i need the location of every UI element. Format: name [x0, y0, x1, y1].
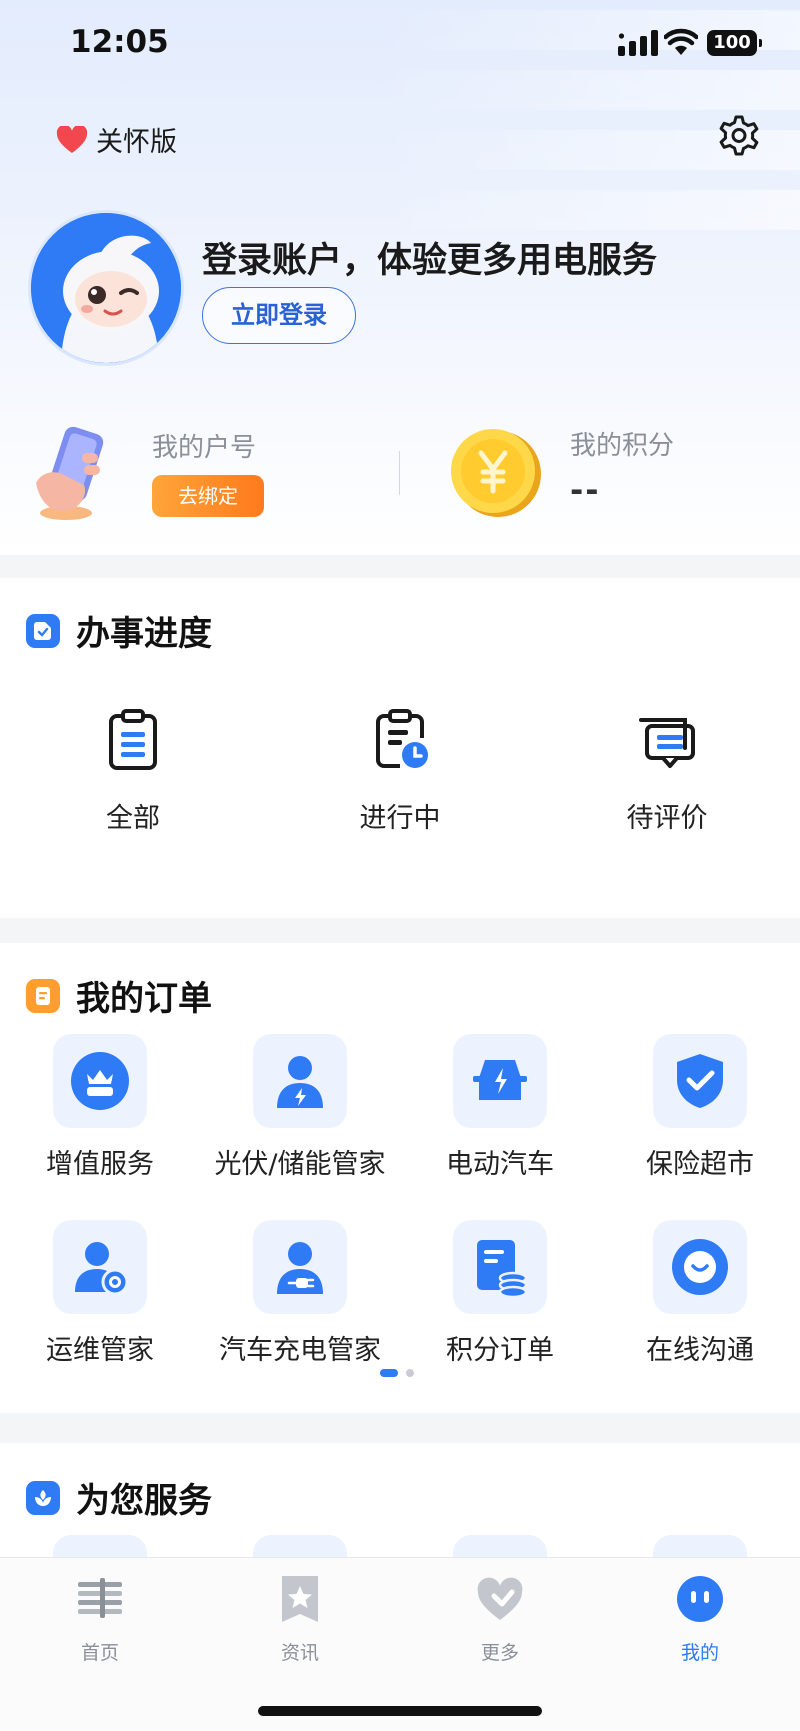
- wifi-icon: [664, 28, 698, 55]
- services-card: 为您服务: [0, 1443, 800, 1565]
- page-dot-active: [380, 1369, 398, 1377]
- cellular-signal-icon: [618, 30, 658, 56]
- order-pv-storage-manager[interactable]: 光伏/储能管家: [200, 1034, 400, 1181]
- order-online-chat[interactable]: 在线沟通: [600, 1220, 800, 1367]
- order-label: 保险超市: [646, 1149, 754, 1180]
- progress-pending-review[interactable]: 待评价: [567, 708, 767, 835]
- progress-card: 办事进度 全部 进行中 待评价: [0, 578, 800, 918]
- divider: [399, 451, 400, 495]
- order-label: 增值服务: [46, 1149, 154, 1180]
- progress-all-label: 全部: [106, 803, 160, 834]
- user-plug-icon: [277, 1242, 323, 1294]
- orders-section-header: 我的订单: [26, 971, 212, 1020]
- heart-icon: [56, 125, 88, 153]
- services-section-header: 为您服务: [26, 1473, 212, 1522]
- orders-section-icon: [26, 978, 60, 1013]
- care-mode-toggle[interactable]: 关怀版: [56, 120, 177, 159]
- account-points-row: 我的户号 去绑定 我的积分 --: [0, 415, 800, 525]
- bind-account-button[interactable]: 去绑定: [152, 475, 264, 517]
- orders-page-indicator[interactable]: [380, 1369, 414, 1377]
- progress-section-header: 办事进度: [26, 606, 212, 655]
- login-button[interactable]: 立即登录: [202, 287, 356, 344]
- order-tile: [253, 1220, 347, 1314]
- order-label: 在线沟通: [646, 1335, 754, 1366]
- home-icon: [78, 1578, 122, 1618]
- clipboard-list-icon: [109, 709, 157, 770]
- message-stack-icon: [639, 718, 695, 768]
- services-section-icon: [26, 1480, 60, 1515]
- order-tile: [653, 1220, 747, 1314]
- shield-check-icon: [677, 1054, 723, 1108]
- phone-hand-icon[interactable]: [26, 423, 122, 523]
- order-tile: [253, 1034, 347, 1128]
- progress-in-progress-label: 进行中: [359, 803, 441, 834]
- crown-basket-icon: [71, 1052, 129, 1110]
- account-number-label: 我的户号: [152, 433, 257, 463]
- order-label: 运维管家: [46, 1335, 154, 1366]
- tab-mine[interactable]: 我的: [600, 1574, 800, 1665]
- services-section-title: 为您服务: [76, 1481, 212, 1521]
- status-time: 12:05: [70, 24, 169, 60]
- tab-news-label: 资讯: [280, 1642, 319, 1664]
- order-label: 汽车充电管家: [219, 1335, 381, 1366]
- care-mode-label: 关怀版: [96, 127, 177, 158]
- user-avatar[interactable]: [28, 210, 184, 366]
- order-tile: [53, 1034, 147, 1128]
- points-label: 我的积分: [570, 431, 675, 461]
- order-om-manager[interactable]: 运维管家: [0, 1220, 200, 1367]
- orders-section-title: 我的订单: [76, 979, 212, 1019]
- order-insurance-market[interactable]: 保险超市: [600, 1034, 800, 1181]
- tab-more-label: 更多: [480, 1642, 519, 1664]
- document-coins-icon: [477, 1240, 528, 1298]
- order-car-charging-manager[interactable]: 汽车充电管家: [200, 1220, 400, 1367]
- tab-home[interactable]: 首页: [0, 1574, 200, 1665]
- battery-indicator: 100: [707, 30, 762, 56]
- clipboard-clock-icon: [376, 709, 428, 768]
- car-bolt-icon: [473, 1060, 527, 1100]
- progress-all[interactable]: 全部: [33, 708, 233, 835]
- points-value: --: [570, 471, 601, 509]
- home-indicator: [258, 1706, 542, 1716]
- order-label: 电动汽车: [446, 1149, 554, 1180]
- progress-section-title: 办事进度: [76, 614, 212, 654]
- chat-smile-icon: [672, 1239, 728, 1295]
- mascot-avatar-icon: [31, 213, 181, 363]
- order-label: 积分订单: [446, 1335, 554, 1366]
- progress-section-icon: [26, 613, 60, 648]
- order-tile: [453, 1220, 547, 1314]
- tab-more[interactable]: 更多: [400, 1574, 600, 1665]
- progress-pending-review-label: 待评价: [626, 803, 708, 834]
- news-star-icon: [282, 1576, 318, 1622]
- tab-home-label: 首页: [80, 1642, 119, 1664]
- profile-face-icon: [677, 1576, 723, 1622]
- order-points-orders[interactable]: 积分订单: [400, 1220, 600, 1367]
- settings-gear-icon[interactable]: [716, 114, 762, 160]
- more-heart-icon: [477, 1577, 523, 1620]
- tab-mine-label: 我的: [680, 1642, 719, 1664]
- order-tile: [53, 1220, 147, 1314]
- progress-in-progress[interactable]: 进行中: [300, 708, 500, 835]
- order-electric-vehicle[interactable]: 电动汽车: [400, 1034, 600, 1181]
- order-value-added-service[interactable]: 增值服务: [0, 1034, 200, 1181]
- order-label: 光伏/储能管家: [214, 1149, 386, 1180]
- user-gear-icon: [75, 1242, 129, 1296]
- login-prompt: 登录账户，体验更多用电服务: [202, 241, 658, 281]
- page-dot: [406, 1369, 414, 1377]
- tab-news[interactable]: 资讯: [200, 1574, 400, 1665]
- status-bar: 12:05 100: [0, 0, 800, 90]
- bottom-tab-bar: 首页 资讯 更多 我的: [0, 1557, 800, 1731]
- order-tile: [653, 1034, 747, 1128]
- order-tile: [453, 1034, 547, 1128]
- coin-yuan-icon[interactable]: [448, 425, 542, 519]
- user-bolt-icon: [277, 1056, 323, 1108]
